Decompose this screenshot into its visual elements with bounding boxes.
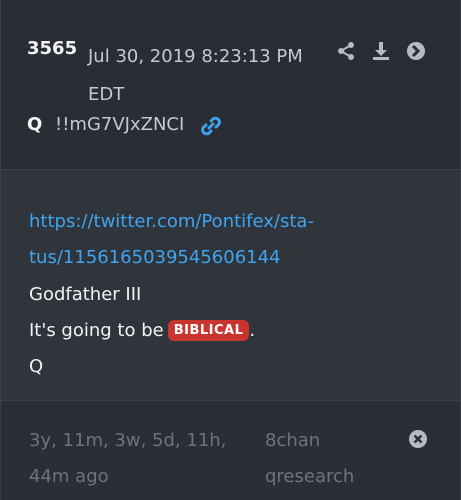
link-icon[interactable] xyxy=(200,115,222,137)
share-icon[interactable] xyxy=(334,39,358,63)
post-number: 3565 xyxy=(27,38,78,59)
post-text-line: Godfather III xyxy=(29,284,142,305)
tweet-link-part2[interactable]: tus/1156165039545606144 xyxy=(29,247,281,268)
post-age: 3y, 11m, 3w, 5d, 11h, 44m ago xyxy=(29,430,227,487)
download-icon[interactable] xyxy=(369,39,393,63)
close-circle-icon[interactable] xyxy=(408,429,428,449)
author-name: Q xyxy=(27,114,43,135)
post-header: 3565 Jul 30, 2019 8:23:13 PM EDT Q !!mG7… xyxy=(1,0,460,170)
post-body: https://twitter.com/Pontifex/sta- tus/11… xyxy=(1,170,460,400)
post-actions xyxy=(334,39,428,63)
post-board: 8chan qresearch xyxy=(265,430,355,487)
post-date: Jul 30, 2019 8:23:13 PM EDT xyxy=(88,46,303,105)
post-text-prefix: It's going to be xyxy=(29,320,164,341)
biblical-badge: BIBLICAL xyxy=(167,320,250,341)
post-signature: Q xyxy=(29,356,44,377)
post-text-suffix: . xyxy=(249,320,256,341)
post-footer: 3y, 11m, 3w, 5d, 11h, 44m ago 8chan qres… xyxy=(1,401,460,500)
author-tripcode: !!mG7VJxZNCI xyxy=(55,114,185,135)
tweet-link-part1[interactable]: https://twitter.com/Pontifex/sta- xyxy=(29,211,314,232)
post-text-line-biblical: It's going to be BIBLICAL. xyxy=(29,320,255,341)
post-card: 3565 Jul 30, 2019 8:23:13 PM EDT Q !!mG7… xyxy=(0,0,461,500)
arrow-right-circle-icon[interactable] xyxy=(404,39,428,63)
